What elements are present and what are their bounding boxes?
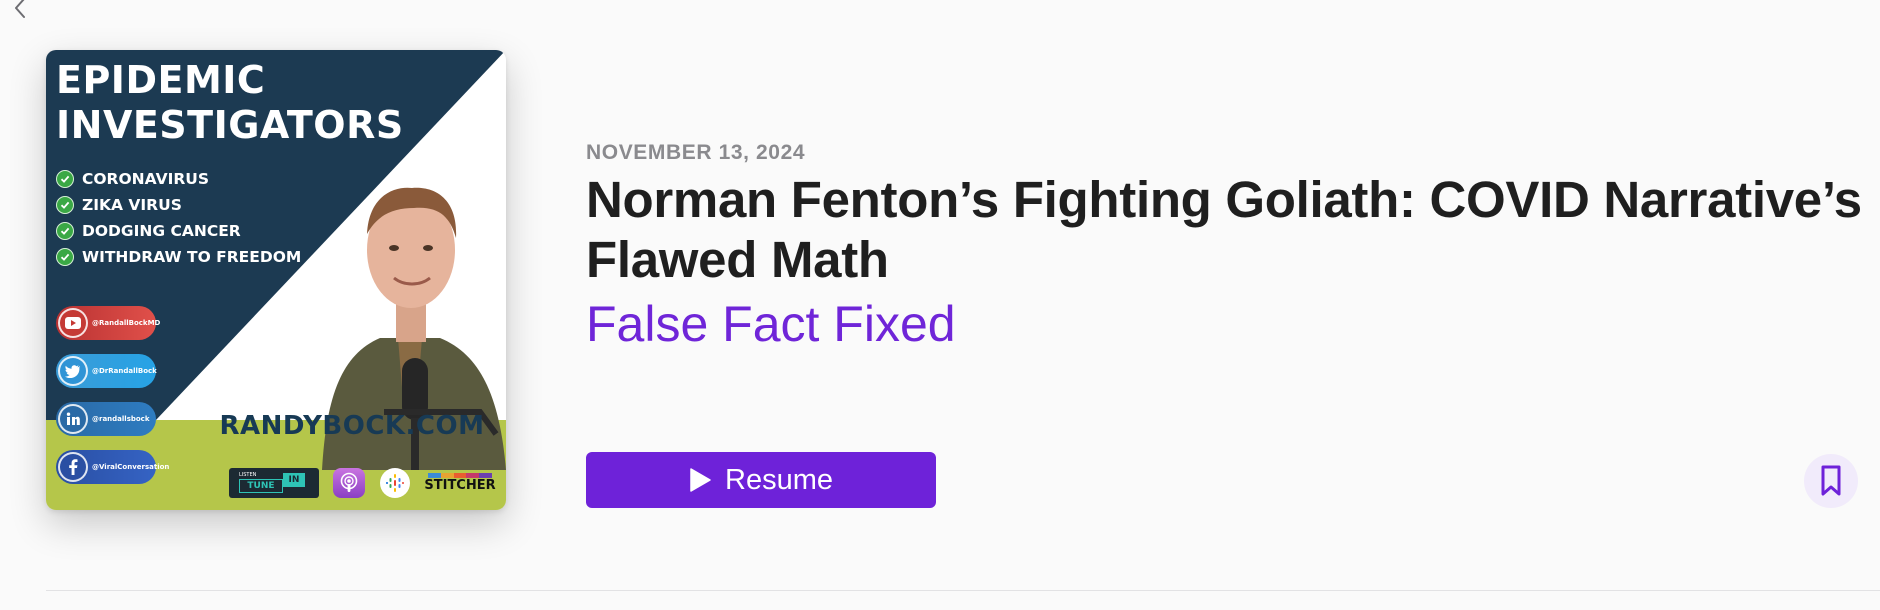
topic-item: CORONAVIRUS [56,166,301,192]
tunein-badge: LISTEN TUNE IN [229,468,319,498]
episode-title: Norman Fenton’s Fighting Goliath: COVID … [586,171,1862,288]
topic-label: CORONAVIRUS [82,170,210,188]
youtube-link[interactable]: @RandallBockMD [56,306,160,340]
topic-item: WITHDRAW TO FREEDOM [56,244,301,270]
check-icon [56,248,74,266]
twitter-icon [58,356,88,386]
bookmark-button[interactable] [1804,454,1858,508]
topic-label: WITHDRAW TO FREEDOM [82,248,302,266]
stitcher-badge: STITCHER [424,468,496,498]
website-url: RANDYBOCK.COM [219,411,485,441]
facebook-handle: @ViralConversation [92,463,170,471]
resume-button[interactable]: Resume [586,452,936,508]
linkedin-link[interactable]: @randallsbock [56,402,156,436]
resume-label: Resume [725,463,833,496]
tunein-listen-label: LISTEN [239,472,257,478]
linkedin-handle: @randallsbock [92,415,150,423]
show-link[interactable]: False Fact Fixed [586,296,956,352]
topic-item: ZIKA VIRUS [56,192,301,218]
play-icon [690,468,711,492]
linkedin-icon [58,404,88,434]
facebook-icon [58,452,88,482]
section-divider [46,590,1880,591]
twitter-link[interactable]: @DrRandallBock [56,354,157,388]
check-icon [56,170,74,188]
tunein-word: TUNE [239,479,283,493]
bookmark-icon [1821,465,1841,496]
topic-list: CORONAVIRUS ZIKA VIRUS DODGING CANCER WI… [56,166,301,270]
youtube-icon [58,308,88,338]
apple-podcasts-icon [333,468,365,498]
google-podcasts-icon [380,468,410,498]
stitcher-word: STITCHER [424,477,496,493]
youtube-handle: @RandallBockMD [92,319,161,327]
chevron-left-icon [15,0,25,18]
artwork-title: EPIDEMIC INVESTIGATORS [56,58,404,147]
twitter-handle: @DrRandallBock [92,367,157,375]
check-icon [56,196,74,214]
topic-label: DODGING CANCER [82,222,241,240]
check-icon [56,222,74,240]
podcast-artwork: EPIDEMIC INVESTIGATORS CORONAVIRUS ZIKA … [46,50,506,510]
topic-item: DODGING CANCER [56,218,301,244]
topic-label: ZIKA VIRUS [82,196,182,214]
episode-date: NOVEMBER 13, 2024 [586,141,806,164]
back-button[interactable] [8,0,32,20]
facebook-link[interactable]: @ViralConversation [56,450,169,484]
tunein-in: IN [283,473,305,487]
